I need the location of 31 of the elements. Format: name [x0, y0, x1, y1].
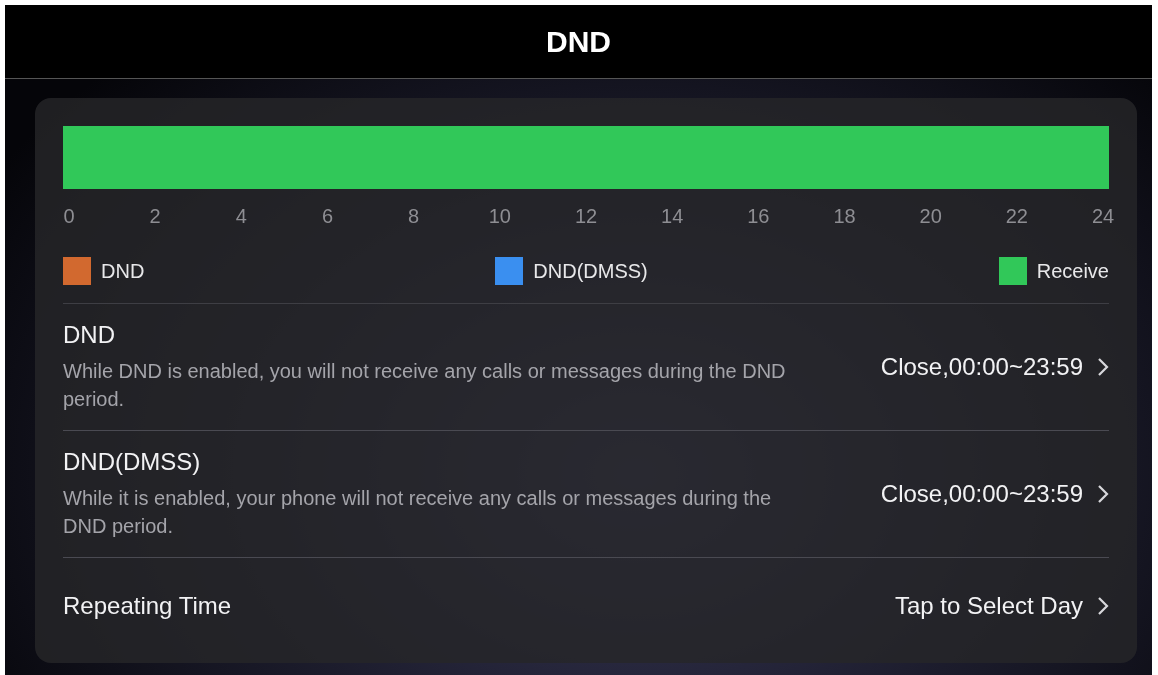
setting-row[interactable]: DND While DND is enabled, you will not receive any calls or messages during the DND period. Close,00:00~23:59	[63, 304, 1109, 431]
legend-label: DND	[101, 259, 145, 284]
hour-label: 16	[747, 205, 770, 228]
hour-label: 10	[488, 205, 511, 228]
hour-label: 4	[235, 205, 247, 228]
setting-value: Tap to Select Day	[894, 592, 1083, 620]
hour-label: 22	[1005, 205, 1028, 228]
setting-row[interactable]: DND(DMSS) While it is enabled, your phone will not receive any calls or messages during the DND period. Close,00:00~23:59	[63, 431, 1109, 558]
hour-label: 14	[661, 205, 684, 228]
chevron-right-icon	[1097, 484, 1109, 504]
hour-label: 12	[574, 205, 598, 228]
legend-label: DND(DMSS)	[533, 259, 648, 284]
hour-label: 6	[321, 205, 334, 228]
hour-label: 0	[63, 205, 75, 228]
chevron-right-icon	[1097, 596, 1109, 616]
hour-label: 24	[1091, 205, 1115, 228]
hour-label: 8	[408, 205, 420, 228]
screen-title: DND	[546, 24, 611, 59]
setting-title: Repeating Time	[63, 592, 233, 620]
setting-value: Close,00:00~23:59	[880, 480, 1083, 508]
setting-description: While it is enabled, your phone will not receive any calls or messages during the DND period.	[63, 486, 773, 539]
setting-value: Close,00:00~23:59	[880, 353, 1083, 381]
legend-label: Receive	[1036, 259, 1109, 284]
chevron-right-icon	[1097, 357, 1109, 377]
setting-description: While DND is enabled, you will not receive any calls or messages during the DND period.	[63, 359, 787, 412]
setting-title: DND	[63, 321, 116, 349]
setting-row[interactable]: Repeating Time Tap to Select Day	[63, 558, 1109, 654]
setting-title: DND(DMSS)	[63, 448, 202, 476]
hour-label: 18	[833, 205, 856, 228]
hour-label: 20	[919, 205, 942, 228]
hour-label: 2	[149, 205, 161, 228]
